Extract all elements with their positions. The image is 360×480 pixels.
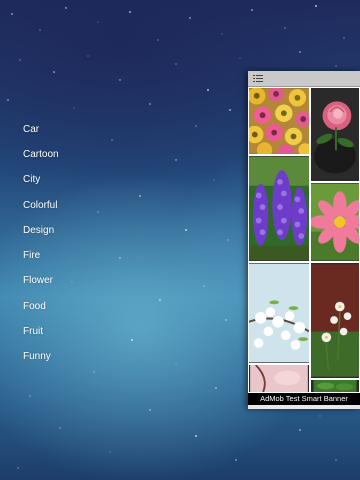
category-item-fruit[interactable]: Fruit (23, 322, 43, 342)
gallery-panel: AdMob Test Smart Banner (248, 71, 360, 409)
category-item-city[interactable]: City (23, 170, 40, 190)
wallpaper-tile-blossom[interactable] (248, 262, 310, 364)
category-item-flower[interactable]: Flower (23, 271, 53, 291)
wallpaper-tile-white-flowers[interactable] (310, 262, 360, 379)
gerbera-image (249, 88, 309, 154)
rose-image (311, 88, 359, 181)
wallpaper-grid (248, 87, 360, 393)
wallpaper-tile-petals[interactable] (248, 364, 310, 393)
leaves-image (313, 380, 357, 392)
white-flowers-image (311, 264, 359, 377)
category-item-food[interactable]: Food (23, 297, 46, 317)
blossom-image (249, 263, 309, 363)
wallpaper-tile-gerbera[interactable] (248, 87, 310, 155)
wallpaper-tile-leaves[interactable] (310, 379, 360, 393)
wallpaper-tile-lupine[interactable] (248, 155, 310, 262)
gallery-toolbar (248, 71, 360, 87)
petals-image (250, 365, 308, 392)
category-item-colorful[interactable]: Colorful (23, 196, 57, 216)
lupine-image (249, 156, 309, 261)
category-item-car[interactable]: Car (23, 120, 39, 140)
category-item-design[interactable]: Design (23, 221, 54, 241)
wallpaper-tile-rose[interactable] (310, 87, 360, 182)
cosmos-image (311, 183, 359, 261)
wallpaper-tile-cosmos[interactable] (310, 182, 360, 262)
ad-banner[interactable]: AdMob Test Smart Banner (248, 393, 360, 405)
category-item-funny[interactable]: Funny (23, 347, 51, 367)
list-icon[interactable] (253, 73, 267, 85)
ad-banner-strip (248, 405, 360, 409)
category-item-cartoon[interactable]: Cartoon (23, 145, 59, 165)
category-item-fire[interactable]: Fire (23, 246, 40, 266)
